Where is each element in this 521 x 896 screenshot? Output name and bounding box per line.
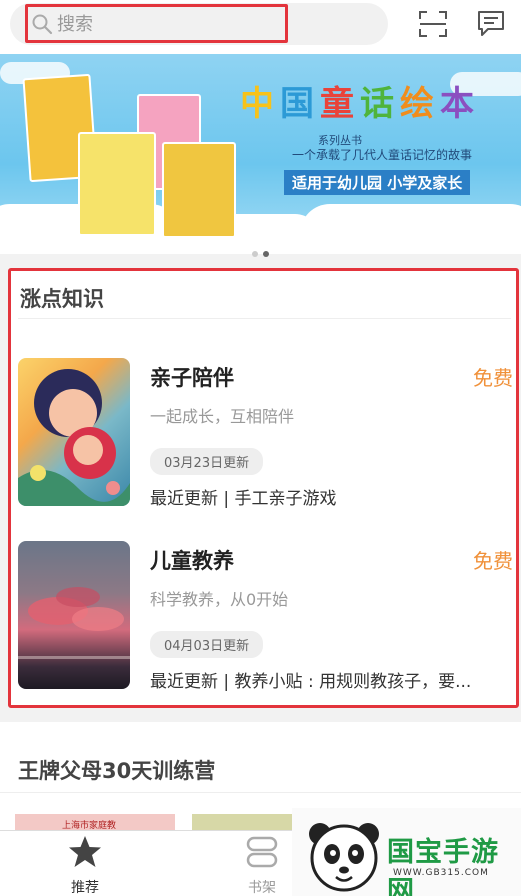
- course-item[interactable]: 亲子陪伴 免费 一起成长，互相陪伴 03月23日更新 最近更新 | 手工亲子游戏: [18, 358, 513, 509]
- search-input[interactable]: 搜索: [57, 10, 93, 36]
- update-date-badge: 04月03日更新: [150, 631, 264, 658]
- section-title: 涨点知识: [20, 287, 104, 311]
- course-item[interactable]: 儿童教养 免费 科学教养，从0开始 04月03日更新 最近更新 | 教养小贴 :…: [18, 541, 513, 692]
- knowledge-section: 涨点知识 亲子陪伴 免费 一起成长，互相陪伴 03月23日更新 最近更新 | 手…: [8, 268, 519, 708]
- scan-icon[interactable]: [418, 10, 448, 38]
- latest-update: 最近更新 | 教养小贴 : 用规则教孩子，要...: [150, 672, 472, 692]
- carousel-indicator: [252, 242, 274, 261]
- course-description: 一起成长，互相陪伴: [150, 407, 295, 426]
- watermark-url: WWW.GB315.COM: [393, 868, 489, 878]
- tab-recommend[interactable]: 推荐: [25, 831, 145, 896]
- book-cover-3: [78, 132, 156, 236]
- search-icon: [32, 14, 53, 35]
- divider: [0, 792, 521, 808]
- carousel-dot-active: [263, 251, 269, 257]
- course-title: 儿童教养: [150, 549, 234, 573]
- course-price: 免费: [473, 366, 513, 390]
- course-cover-image: [18, 358, 130, 506]
- site-watermark: 国宝手游网 WWW.GB315.COM: [292, 808, 521, 896]
- course-title: 亲子陪伴: [150, 366, 234, 390]
- course-cover-image: [18, 541, 130, 689]
- tab-label: 推荐: [71, 880, 99, 896]
- course-description: 科学教养，从0开始: [150, 590, 289, 609]
- top-bar: 搜索: [0, 0, 521, 54]
- message-icon[interactable]: [476, 9, 506, 37]
- app-screen: 搜索 中国童话绘本 系列丛书 一个承载了几代人童话记忆的故事 适用于幼儿园 小学…: [0, 0, 521, 896]
- watermark-brand: 国宝手游网: [387, 837, 499, 896]
- divider: [18, 318, 511, 319]
- banner-subtitle: 一个承载了几代人童话记忆的故事: [292, 148, 473, 162]
- banner-title: 中国童话绘本: [240, 84, 480, 124]
- carousel-dot: [252, 251, 258, 257]
- update-date-badge: 03月23日更新: [150, 448, 264, 475]
- banner-audience: 适用于幼儿园 小学及家长: [284, 170, 471, 195]
- book-cover-4: [162, 142, 236, 238]
- star-icon: [69, 836, 101, 867]
- course-price: 免费: [473, 549, 513, 573]
- panda-logo-icon: [309, 823, 379, 892]
- bookshelf-icon: [246, 836, 278, 868]
- section-title: 王牌父母30天训练营: [18, 759, 216, 783]
- promo-banner[interactable]: 中国童话绘本 系列丛书 一个承载了几代人童话记忆的故事 适用于幼儿园 小学及家长: [0, 54, 521, 254]
- latest-update: 最近更新 | 手工亲子游戏: [150, 489, 337, 509]
